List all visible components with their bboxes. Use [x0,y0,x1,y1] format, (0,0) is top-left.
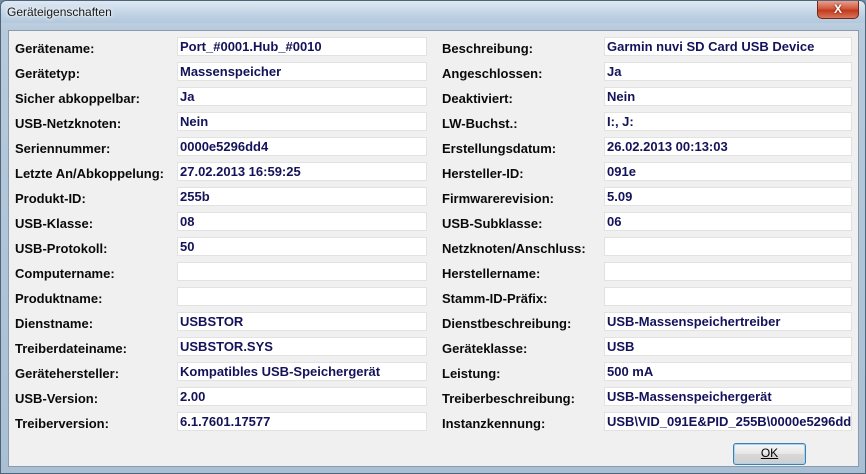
property-value-field[interactable] [604,237,852,256]
property-label: USB-Version: [15,391,99,406]
property-label: Gerätename: [15,41,95,56]
property-label: Gerätehersteller: [15,366,120,381]
property-value-field[interactable]: 06 [604,212,852,231]
property-value-field[interactable]: 6.1.7601.17577 [177,412,427,431]
property-value-field[interactable]: Port_#0001.Hub_#0010 [177,37,427,56]
property-value-field[interactable]: USB [604,337,852,356]
property-value-field[interactable] [177,287,427,306]
property-value-field[interactable]: Garmin nuvi SD Card USB Device [604,37,852,56]
property-value-field[interactable] [604,287,852,306]
property-value-field[interactable] [177,262,427,281]
property-label: USB-Netzknoten: [15,116,122,131]
property-label: Firmwarerevision: [442,191,554,206]
ok-button-label: OK [760,446,779,460]
property-value-field[interactable]: I:, J: [604,112,852,131]
title-bar[interactable]: Geräteigenschaften X [1,1,865,23]
property-label: Leistung: [442,366,501,381]
property-value-field[interactable]: 5.09 [604,187,852,206]
property-label: Instanzkennung: [442,416,546,431]
property-value-field[interactable]: USB-Massenspeichergerät [604,387,852,406]
property-label: Herstellername: [442,266,541,281]
property-value-field[interactable]: 50 [177,237,427,256]
property-value-field[interactable]: Kompatibles USB-Speichergerät [177,362,427,381]
property-value-field[interactable]: USB-Massenspeichertreiber [604,312,852,331]
property-label: Computername: [15,266,115,281]
ok-button[interactable]: OK [733,443,806,465]
property-value-field[interactable]: Ja [604,62,852,81]
property-label: USB-Klasse: [15,216,94,231]
property-label: Deaktiviert: [442,91,513,106]
property-label: Hersteller-ID: [442,166,524,181]
property-value-field[interactable]: 26.02.2013 00:13:03 [604,137,852,156]
property-value-field[interactable]: 2.00 [177,387,427,406]
property-label: Treiberdateiname: [15,341,127,356]
property-value-field[interactable] [604,262,852,281]
property-label: Angeschlossen: [442,66,543,81]
property-label: Beschreibung: [442,41,534,56]
property-value-field[interactable]: Nein [604,87,852,106]
property-value-field[interactable]: 0000e5296dd4 [177,137,427,156]
property-label: Produktname: [15,291,103,306]
property-value-field[interactable]: 500 mA [604,362,852,381]
property-label: Stamm-ID-Präfix: [442,291,548,306]
property-value-field[interactable]: 091e [604,162,852,181]
property-label: Produkt-ID: [15,191,86,206]
property-label: LW-Buchst.: [442,116,518,131]
property-label: Geräteklasse: [442,341,528,356]
property-value-field[interactable]: USB\VID_091E&PID_255B\0000e5296dd4 [604,412,852,431]
property-label: Erstellungsdatum: [442,141,557,156]
property-value-field[interactable]: 27.02.2013 16:59:25 [177,162,427,181]
property-label: Dienstbeschreibung: [442,316,572,331]
property-label: Dienstname: [15,316,94,331]
close-button[interactable]: X [817,1,859,19]
property-label: Gerätetyp: [15,66,81,81]
property-value-field[interactable]: Ja [177,87,427,106]
property-value-field[interactable]: 08 [177,212,427,231]
property-label: Treiberbeschreibung: [442,391,575,406]
property-value-field[interactable]: USBSTOR [177,312,427,331]
close-icon: X [833,2,842,16]
property-label: Netzknoten/Anschluss: [442,241,586,256]
property-label: USB-Protokoll: [15,241,108,256]
property-label: USB-Subklasse: [442,216,543,231]
property-value-field[interactable]: 255b [177,187,427,206]
property-value-field[interactable]: USBSTOR.SYS [177,337,427,356]
property-label: Letzte An/Abkoppelung: [15,166,165,181]
properties-window: Geräteigenschaften X Gerätename: Port_#00… [0,0,866,474]
window-title: Geräteigenschaften [7,5,112,19]
property-label: Sicher abkoppelbar: [15,91,140,106]
property-value-field[interactable]: Nein [177,112,427,131]
property-value-field[interactable]: Massenspeicher [177,62,427,81]
property-label: Treiberversion: [15,416,109,431]
property-label: Seriennummer: [15,141,111,156]
